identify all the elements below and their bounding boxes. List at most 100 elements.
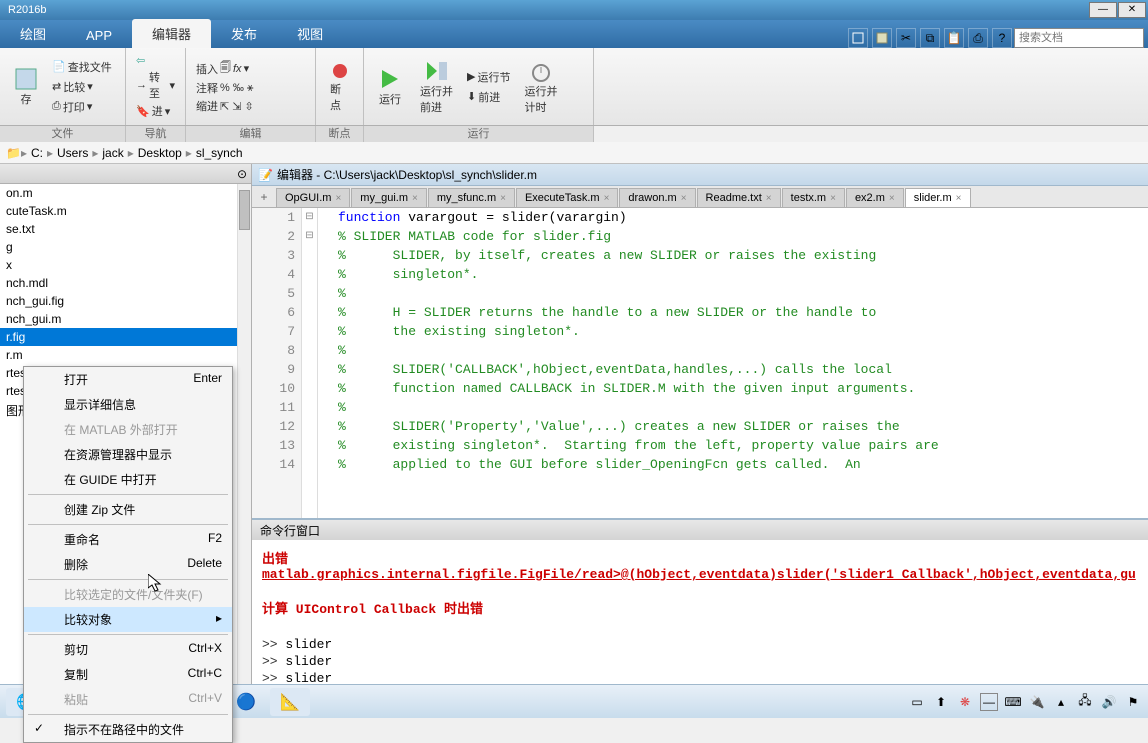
editor-tab[interactable]: OpGUI.m× — [276, 188, 350, 207]
tray-minimize[interactable]: ▭ — [908, 693, 926, 711]
menu-openguide[interactable]: 在 GUIDE 中打开 — [24, 467, 232, 492]
breakpoint-btn[interactable]: 断点 — [324, 59, 355, 115]
addr-user[interactable]: jack — [98, 146, 127, 160]
tab-close-icon[interactable]: × — [681, 193, 687, 204]
save-icon[interactable] — [872, 28, 892, 48]
tray-flag[interactable]: ⚑ — [1124, 693, 1142, 711]
tab-close-icon[interactable]: × — [766, 193, 772, 204]
compare-btn[interactable]: ⇄比较▾ — [50, 78, 114, 96]
nav-back-btn[interactable]: ⇦ — [134, 53, 177, 68]
addr-c[interactable]: C: — [27, 146, 47, 160]
tray-network[interactable]: 🖧 — [1076, 693, 1094, 711]
tab-close-icon[interactable]: × — [412, 193, 418, 204]
save-bigbtn[interactable]: 存 — [8, 65, 44, 109]
taskbar-matlab[interactable]: 📐 — [270, 688, 310, 716]
folder-icon: 📁 — [6, 146, 21, 160]
tab-close-icon[interactable]: × — [335, 193, 341, 204]
tab-close-icon[interactable]: × — [604, 193, 610, 204]
ribbon-label-nav: 导航 — [126, 126, 186, 142]
search-docs-input[interactable] — [1014, 28, 1144, 48]
file-item[interactable]: cuteTask.m — [0, 202, 251, 220]
tray-av[interactable]: ❋ — [956, 693, 974, 711]
panel-dropdown-icon[interactable]: ⊙ — [237, 167, 247, 181]
print-btn[interactable]: ⎙打印▾ — [50, 98, 114, 116]
main-tabstrip: 绘图 APP 编辑器 发布 视图 ✂ ⧉ 📋 ⎙ ? — [0, 20, 1148, 48]
menu-open[interactable]: 打开Enter — [24, 367, 232, 392]
filelist-scrollbar[interactable] — [237, 184, 251, 718]
error-link[interactable]: matlab.graphics.internal.figfile.FigFile… — [262, 567, 1136, 582]
editor-icon: 📝 — [258, 168, 273, 182]
menu-delete[interactable]: 删除Delete — [24, 552, 232, 577]
addr-desktop[interactable]: Desktop — [134, 146, 186, 160]
help-icon[interactable]: ? — [992, 28, 1012, 48]
tab-plot[interactable]: 绘图 — [0, 19, 66, 48]
addr-folder[interactable]: sl_synch — [192, 146, 247, 160]
cut-icon[interactable]: ✂ — [896, 28, 916, 48]
insert-btn[interactable]: 插入 🗐 fx ▾ — [194, 58, 307, 79]
menu-paste: 粘贴Ctrl+V — [24, 687, 232, 712]
menu-showexplorer[interactable]: 在资源管理器中显示 — [24, 442, 232, 467]
tab-close-icon[interactable]: × — [830, 193, 836, 204]
run-advance-btn[interactable]: 运行并 前进 — [414, 57, 459, 117]
close-button[interactable]: ✕ — [1118, 2, 1146, 18]
tab-close-icon[interactable]: × — [500, 193, 506, 204]
ribbon-label-edit: 编辑 — [186, 126, 316, 142]
ribbon-label-file: 文件 — [0, 126, 126, 142]
findfiles-btn[interactable]: 📄查找文件 — [50, 58, 114, 76]
minimize-button[interactable]: — — [1089, 2, 1117, 18]
editor-tab[interactable]: testx.m× — [782, 188, 845, 207]
menu-cut[interactable]: 剪切Ctrl+X — [24, 637, 232, 662]
editor-tabs: + OpGUI.m×my_gui.m×my_sfunc.m×ExecuteTas… — [252, 186, 1148, 208]
editor-tab[interactable]: ExecuteTask.m× — [516, 188, 618, 207]
editor-tab[interactable]: my_gui.m× — [351, 188, 427, 207]
tab-editor[interactable]: 编辑器 — [132, 19, 211, 48]
advance-btn[interactable]: ⬇前进 — [465, 88, 512, 106]
indent-btn[interactable]: 缩进 ⇱ ⇲ ⇳ — [194, 97, 307, 115]
tab-close-icon[interactable]: × — [889, 193, 895, 204]
tray-updates[interactable]: ⬆ — [932, 693, 950, 711]
paste-icon[interactable]: 📋 — [944, 28, 964, 48]
file-item[interactable]: g — [0, 238, 251, 256]
add-tab-button[interactable]: + — [256, 189, 272, 205]
file-item[interactable]: nch_gui.fig — [0, 292, 251, 310]
comment-btn[interactable]: 注释 % ‰ ⚹ — [194, 79, 307, 97]
tray-sound[interactable]: 🔊 — [1100, 693, 1118, 711]
file-item[interactable]: nch_gui.m — [0, 310, 251, 328]
menu-createzip[interactable]: 创建 Zip 文件 — [24, 497, 232, 522]
editor-tab[interactable]: my_sfunc.m× — [428, 188, 515, 207]
file-item[interactable]: x — [0, 256, 251, 274]
runtime-btn[interactable]: 运行并 计时 — [518, 57, 563, 117]
tab-close-icon[interactable]: × — [956, 193, 962, 204]
file-item[interactable]: r.m — [0, 346, 251, 364]
tray-power[interactable]: 🔌 — [1028, 693, 1046, 711]
layout-icon[interactable] — [848, 28, 868, 48]
menu-showdetail[interactable]: 显示详细信息 — [24, 392, 232, 417]
print-icon[interactable]: ⎙ — [968, 28, 988, 48]
editor-tab[interactable]: Readme.txt× — [697, 188, 781, 207]
copy-icon[interactable]: ⧉ — [920, 28, 940, 48]
editor-titlebar: 📝 编辑器 - C:\Users\jack\Desktop\sl_synch\s… — [252, 164, 1148, 186]
file-item[interactable]: nch.mdl — [0, 274, 251, 292]
bookmark-btn[interactable]: 🔖进▾ — [134, 102, 177, 120]
tab-publish[interactable]: 发布 — [211, 19, 277, 48]
run-btn[interactable]: 运行 — [372, 65, 408, 109]
tray-more[interactable]: ▴ — [1052, 693, 1070, 711]
tray-lang[interactable]: — — [980, 693, 998, 711]
window-titlebar: R2016b — [0, 0, 1148, 20]
editor-tab[interactable]: drawon.m× — [619, 188, 695, 207]
editor-tab[interactable]: ex2.m× — [846, 188, 904, 207]
menu-comparewith[interactable]: 比较对象▸ — [24, 607, 232, 632]
tray-ime[interactable]: ⌨ — [1004, 693, 1022, 711]
menu-copy[interactable]: 复制Ctrl+C — [24, 662, 232, 687]
file-item[interactable]: se.txt — [0, 220, 251, 238]
editor-tab[interactable]: slider.m× — [905, 188, 971, 207]
tab-app[interactable]: APP — [66, 23, 132, 48]
menu-rename[interactable]: 重命名F2 — [24, 527, 232, 552]
menu-indicate[interactable]: ✓指示不在路径中的文件 — [24, 717, 232, 742]
runsection-btn[interactable]: ▶运行节 — [465, 68, 512, 86]
addr-users[interactable]: Users — [53, 146, 92, 160]
tab-view[interactable]: 视图 — [277, 19, 343, 48]
file-item[interactable]: r.fig — [0, 328, 251, 346]
goto-btn[interactable]: →转至▾ — [134, 68, 177, 102]
file-item[interactable]: on.m — [0, 184, 251, 202]
